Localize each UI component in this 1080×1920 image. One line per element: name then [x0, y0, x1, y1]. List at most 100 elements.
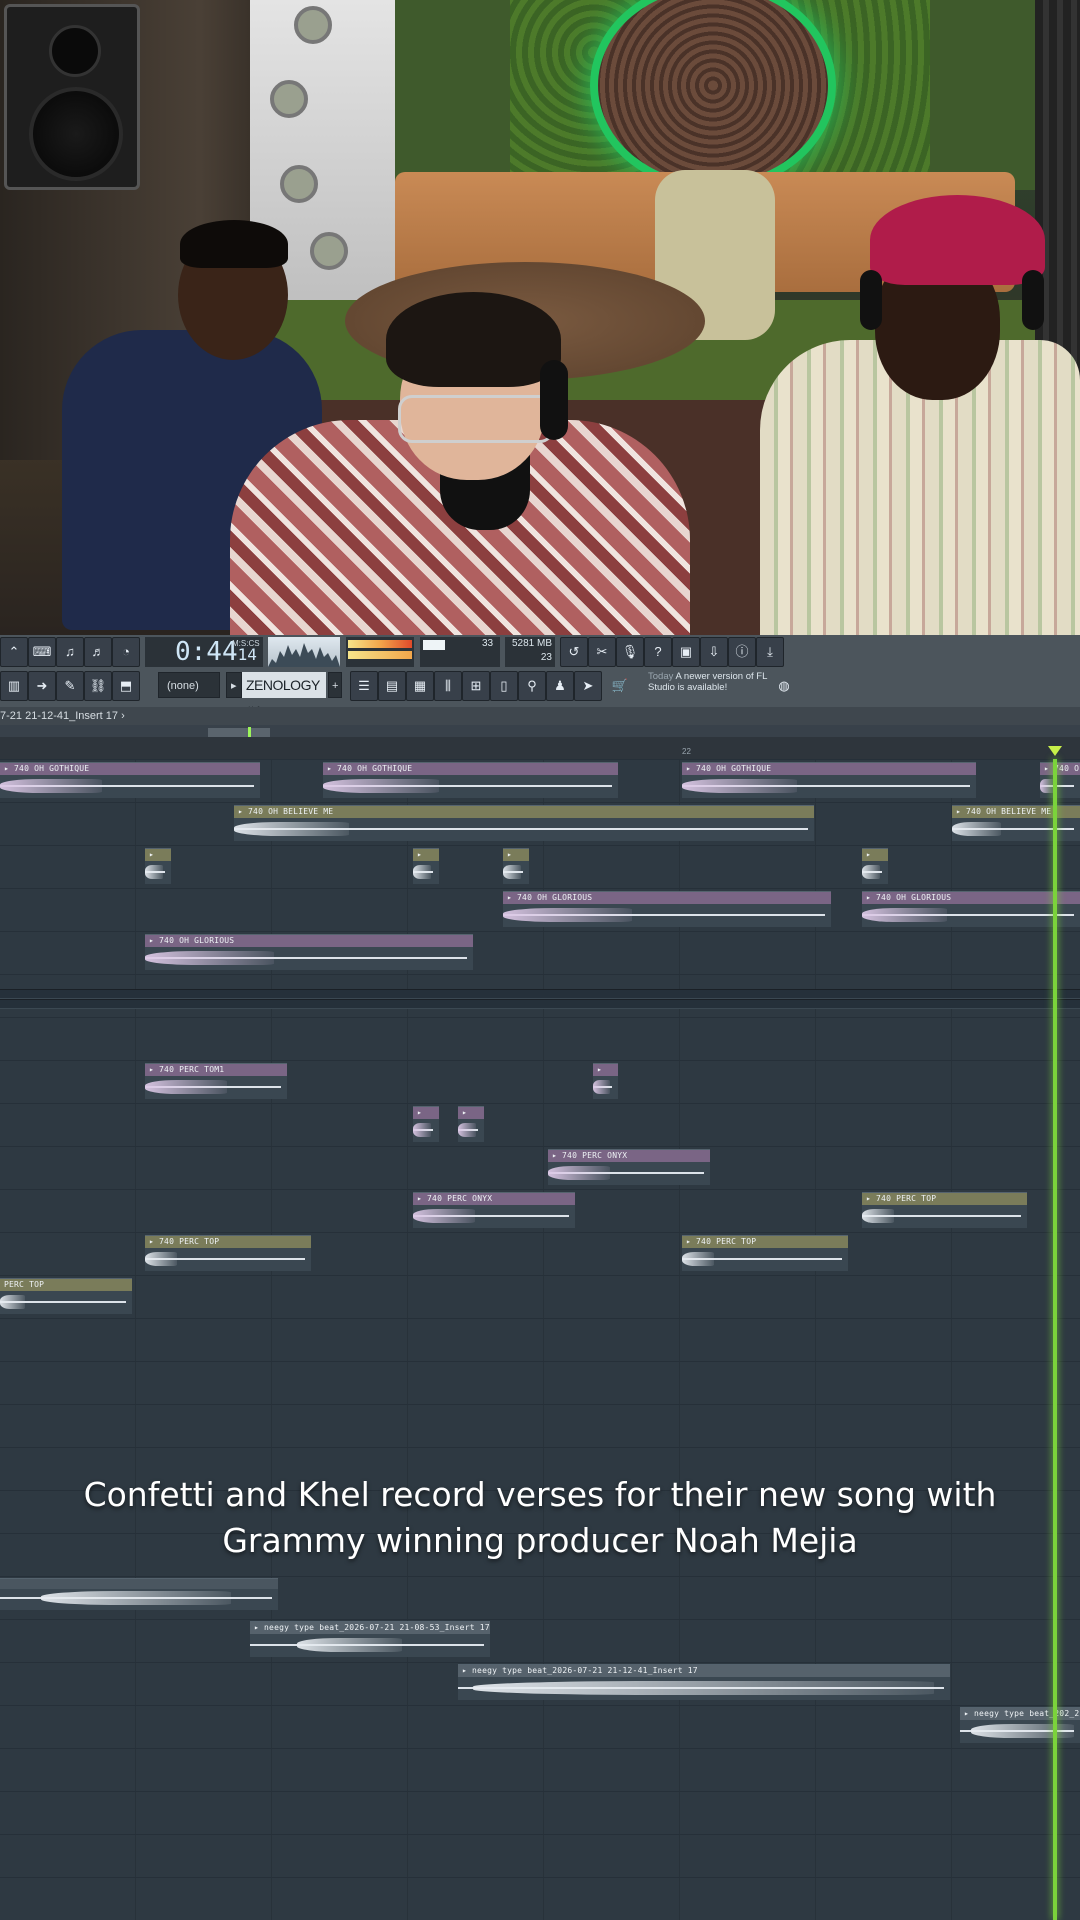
studio-video-frame — [0, 0, 1080, 635]
undo-icon[interactable]: ↺ — [560, 637, 588, 667]
save-icon[interactable]: ▣ — [672, 637, 700, 667]
clip-label: ▸ 740 PERC ONYX — [413, 1193, 575, 1205]
step-edit-icon[interactable]: ♫ — [56, 637, 84, 667]
audio-clip[interactable]: ▸ neegy type beat_2026-07-21 21-12-41_In… — [458, 1664, 950, 1700]
playhead[interactable] — [1053, 759, 1057, 1920]
metronome-icon[interactable]: ◔ — [112, 637, 140, 667]
info-icon[interactable]: ⓘ — [728, 637, 756, 667]
audio-clip[interactable]: ▸ 740 PERC TOP — [862, 1192, 1027, 1228]
audio-clip[interactable]: ▸ 740 OH GOTHIQUE — [0, 762, 260, 798]
audio-clip[interactable]: ▸ — [862, 848, 888, 884]
audio-clip[interactable]: ▸ 740 OH GLORIOUS — [145, 934, 473, 970]
link-icon[interactable]: ⛓ — [84, 671, 112, 701]
clip-label: ▸ 740 PERC TOP — [682, 1236, 848, 1248]
help-icon[interactable]: ? — [644, 637, 672, 667]
audio-clip[interactable]: ▸ — [413, 1106, 439, 1142]
mixer-icon[interactable]: ⫼ — [434, 671, 462, 701]
audio-clip[interactable]: ▸ 740 O — [1040, 762, 1080, 798]
track-separator — [0, 989, 1080, 999]
time-unit-label: M:S:CS — [232, 639, 260, 648]
bar-number: 22 — [682, 747, 691, 756]
clip-label: ▸ 740 OH GLORIOUS — [145, 935, 473, 947]
audio-clip[interactable]: ▸ 740 OH GOTHIQUE — [323, 762, 618, 798]
clip-label: ▸ 740 OH GOTHIQUE — [323, 763, 618, 775]
timeline-ruler[interactable]: 22 — [0, 743, 1080, 759]
piano-roll-icon[interactable]: ▦ — [406, 671, 434, 701]
cpu-value: 33 — [482, 638, 494, 649]
audio-clip[interactable]: ▸ 740 OH GOTHIQUE — [682, 762, 976, 798]
clip-label: ▸ 740 OH BELIEVE ME — [952, 806, 1080, 818]
horizontal-scrollbar[interactable] — [0, 725, 1080, 743]
channel-rack-icon[interactable]: ▤ — [378, 671, 406, 701]
add-icon[interactable]: + — [328, 672, 342, 698]
audio-clip[interactable]: ▸ 740 OH BELIEVE ME — [234, 805, 814, 841]
arrow-right-icon[interactable]: ➜ — [28, 671, 56, 701]
playlist-icon[interactable]: ☰ — [350, 671, 378, 701]
headphones-icon — [860, 270, 882, 330]
clip-label: ▸ — [145, 849, 171, 861]
track-separator — [0, 999, 1080, 1009]
voices-value: 23 — [540, 652, 552, 663]
clip-label: ▸ 740 OH GOTHIQUE — [682, 763, 976, 775]
audio-clip[interactable]: ▸ 740 PERC TOP — [682, 1235, 848, 1271]
export-icon[interactable]: ⇩ — [700, 637, 728, 667]
clip-label: ▸ neegy type beat_2026-07-21 21-08-53_In… — [250, 1622, 490, 1634]
brush-icon[interactable]: ✎ — [56, 671, 84, 701]
audio-clip[interactable]: PERC TOP — [0, 1278, 132, 1314]
audio-clip[interactable] — [0, 1578, 278, 1610]
piano-keys-icon[interactable]: ▥ — [0, 671, 28, 701]
audio-clip[interactable]: ▸ 740 OH BELIEVE ME — [952, 805, 1080, 841]
preset-name-field[interactable]: ZENOLOGY #4 — [242, 672, 326, 719]
audio-clip[interactable]: ▸ — [145, 848, 171, 884]
pattern-select[interactable]: (none) — [158, 672, 220, 698]
cpu-meter: 33 — [420, 637, 500, 667]
audio-clip[interactable]: ▸ 740 PERC ONYX — [548, 1149, 710, 1185]
audio-clip[interactable]: ▸ neegy type beat_202_21-1 — [960, 1707, 1080, 1743]
news-panel[interactable]: Today A newer version of FL Studio is av… — [648, 671, 778, 701]
browser-icon[interactable]: ⊞ — [462, 671, 490, 701]
clip-label: ▸ 740 OH GLORIOUS — [503, 892, 831, 904]
audio-clip[interactable]: ▸ — [593, 1063, 618, 1099]
audio-clip[interactable]: ▸ 740 PERC ONYX — [413, 1192, 575, 1228]
microphone-icon[interactable]: 🎙 — [616, 637, 644, 667]
person-icon[interactable]: ♟ — [546, 671, 574, 701]
playlist-grid[interactable]: ▸ 740 OH GOTHIQUE ▸ 740 OH GOTHIQUE ▸ 74… — [0, 759, 1080, 1920]
download-icon[interactable]: ⤓ — [756, 637, 784, 667]
globe-icon[interactable]: ◍ — [770, 671, 798, 701]
blend-notes-icon[interactable]: ♬ — [84, 637, 112, 667]
file-icon[interactable]: ▯ — [490, 671, 518, 701]
audio-clip[interactable]: ▸ 740 PERC TOM1 — [145, 1063, 287, 1099]
time-main: 0:44 — [175, 637, 238, 667]
headphones-icon — [1022, 270, 1044, 330]
video-caption: Confetti and Khel record verses for thei… — [0, 1472, 1080, 1564]
clip-label: ▸ 740 OH BELIEVE ME — [234, 806, 814, 818]
audio-clip[interactable]: ▸ neegy type beat_2026-07-21 21-08-53_In… — [250, 1621, 490, 1657]
studio-monitor-speaker — [4, 4, 140, 190]
memory-meter: 5281 MB 23 — [505, 637, 555, 667]
news-date: Today — [648, 671, 674, 682]
snap-icon[interactable]: ⌃ — [0, 637, 28, 667]
clip-label: ▸ 740 OH GLORIOUS — [862, 892, 1080, 904]
preset-arrow-icon[interactable]: ▸ — [226, 672, 242, 698]
clip-label: ▸ 740 PERC ONYX — [548, 1150, 710, 1162]
audio-clip[interactable]: ▸ — [413, 848, 439, 884]
audio-clip[interactable]: ▸ — [503, 848, 529, 884]
cut-icon[interactable]: ✂ — [588, 637, 616, 667]
playhead-marker-icon[interactable] — [1048, 746, 1062, 756]
typing-keyboard-icon[interactable]: ⌨ — [28, 637, 56, 667]
clip-label: ▸ — [458, 1107, 484, 1119]
caption-line-2: Grammy winning producer Noah Mejia — [222, 1521, 858, 1560]
clip-label: ▸ 740 O — [1040, 763, 1080, 775]
stamp-icon[interactable]: ⬒ — [112, 671, 140, 701]
clip-label: ▸ 740 PERC TOP — [862, 1193, 1027, 1205]
audio-clip[interactable]: ▸ — [458, 1106, 484, 1142]
clip-label: ▸ neegy type beat_202_21-1 — [960, 1708, 1080, 1720]
audio-clip[interactable]: ▸ 740 PERC TOP — [145, 1235, 311, 1271]
send-icon[interactable]: ➤ — [574, 671, 602, 701]
plugin-icon[interactable]: ⚲ — [518, 671, 546, 701]
clip-label: ▸ 740 PERC TOP — [145, 1236, 311, 1248]
audio-clip[interactable]: ▸ 740 OH GLORIOUS — [862, 891, 1080, 927]
clip-label: ▸ neegy type beat_2026-07-21 21-12-41_In… — [458, 1665, 950, 1677]
cart-icon[interactable]: 🛒 — [606, 671, 634, 701]
audio-clip[interactable]: ▸ 740 OH GLORIOUS — [503, 891, 831, 927]
